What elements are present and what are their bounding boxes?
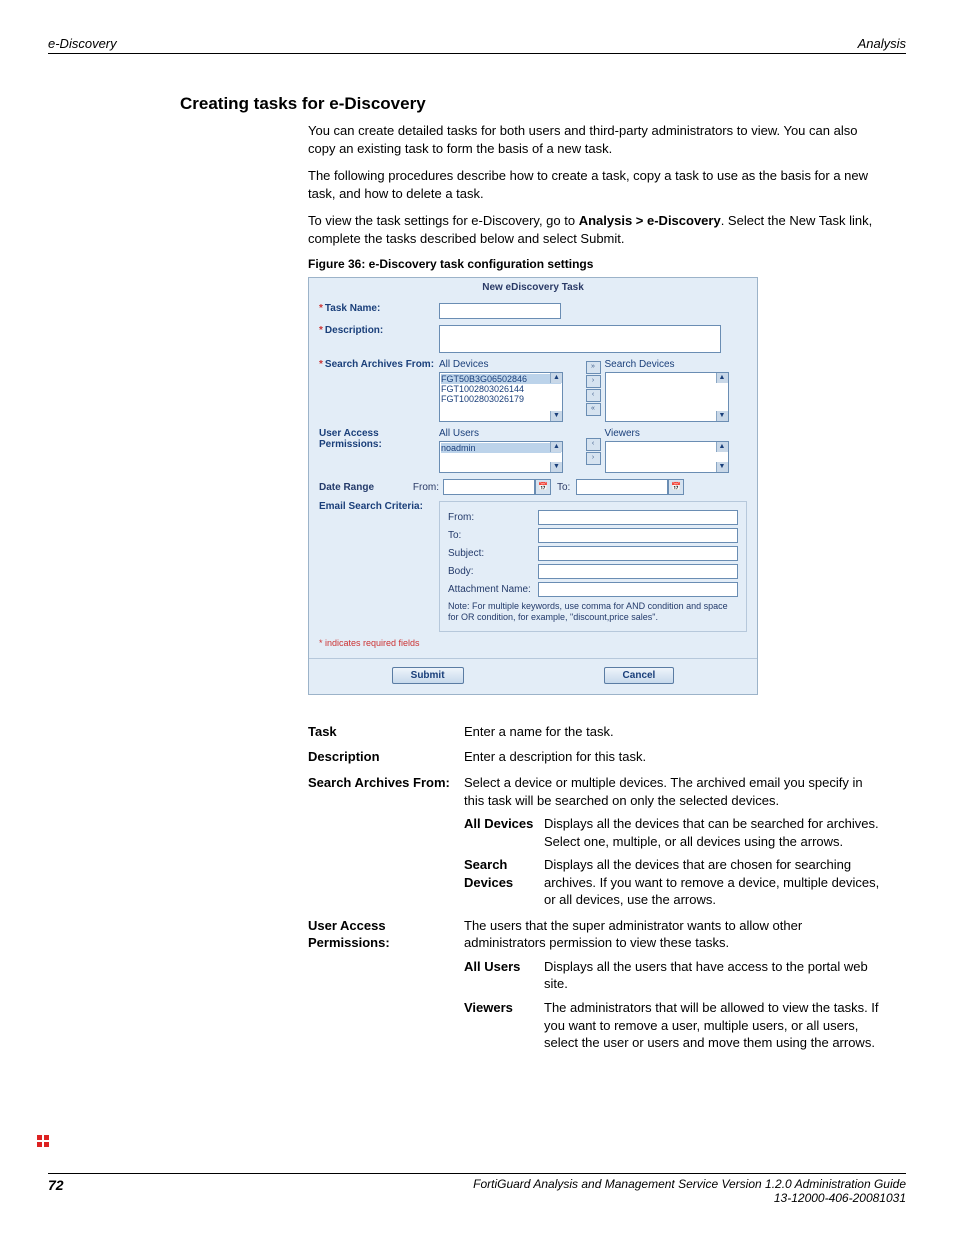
date-from-input[interactable] — [443, 479, 535, 495]
scroll-down-icon[interactable]: ▼ — [550, 462, 562, 472]
scroll-down-icon[interactable]: ▼ — [716, 411, 728, 421]
subterm-viewers: Viewers — [464, 999, 544, 1052]
label-criteria-body: Body: — [448, 566, 538, 577]
footer-line-1: FortiGuard Analysis and Management Servi… — [473, 1177, 906, 1191]
subterm-all-users: All Users — [464, 958, 544, 993]
criteria-box: From: To: Subject: Body: Attachment Name… — [439, 501, 747, 632]
label-criteria-subject: Subject: — [448, 548, 538, 559]
figure-caption: Figure 36: e-Discovery task configuratio… — [308, 257, 886, 271]
submit-button[interactable]: Submit — [392, 667, 464, 684]
para-3: To view the task settings for e-Discover… — [308, 212, 886, 247]
move-right-button[interactable]: › — [586, 375, 601, 388]
page-footer: 72 FortiGuard Analysis and Management Se… — [48, 1173, 906, 1205]
move-right-button[interactable]: › — [586, 452, 601, 465]
move-all-left-button[interactable]: « — [586, 403, 601, 416]
scroll-up-icon[interactable]: ▲ — [716, 442, 728, 452]
scroll-up-icon[interactable]: ▲ — [550, 442, 562, 452]
subdesc-all-users: Displays all the users that have access … — [544, 958, 886, 993]
section-heading: Creating tasks for e-Discovery — [180, 94, 886, 114]
criteria-subject-input[interactable] — [538, 546, 738, 561]
defdesc-user-access-permissions: The users that the super administrator w… — [464, 917, 886, 952]
col-all-users: All Users — [439, 428, 582, 439]
label-date-from: From: — [389, 482, 443, 493]
criteria-note: Note: For multiple keywords, use comma f… — [448, 601, 738, 623]
move-left-button[interactable]: ‹ — [586, 438, 601, 451]
all-devices-listbox[interactable]: FGT50B3G06502846 FGT1002803026144 FGT100… — [439, 372, 563, 422]
move-all-right-button[interactable]: » — [586, 361, 601, 374]
subdesc-search-devices: Displays all the devices that are chosen… — [544, 856, 886, 909]
screenshot-new-ediscovery-task: New eDiscovery Task *Task Name: *Descrip… — [308, 277, 758, 695]
header-right: Analysis — [858, 36, 906, 51]
subterm-search-devices: Search Devices — [464, 856, 544, 909]
task-name-input[interactable] — [439, 303, 561, 319]
defterm-description: Description — [308, 748, 464, 766]
scroll-up-icon[interactable]: ▲ — [716, 373, 728, 383]
defdesc-task: Enter a name for the task. — [464, 723, 886, 741]
brand-logo: FORTINET — [34, 975, 56, 1155]
page-header: e-Discovery Analysis — [48, 36, 906, 54]
defdesc-description: Enter a description for this task. — [464, 748, 886, 766]
defterm-task: Task — [308, 723, 464, 741]
calendar-icon[interactable]: 📅 — [668, 479, 684, 495]
subdesc-all-devices: Displays all the devices that can be sea… — [544, 815, 886, 850]
label-criteria-from: From: — [448, 512, 538, 523]
label-task-name: Task Name: — [325, 303, 380, 314]
all-users-listbox[interactable]: noadmin ▲ ▼ — [439, 441, 563, 473]
label-user-access-permissions: User Access Permissions: — [319, 428, 439, 450]
para-2: The following procedures describe how to… — [308, 167, 886, 202]
defterm-search-archives-from: Search Archives From: — [308, 774, 464, 909]
label-description: Description: — [325, 325, 383, 336]
criteria-to-input[interactable] — [538, 528, 738, 543]
description-textarea[interactable] — [439, 325, 721, 353]
criteria-attachment-input[interactable] — [538, 582, 738, 597]
label-search-archives-from: Search Archives From: — [325, 359, 434, 370]
label-date-to: To: — [557, 482, 570, 493]
col-viewers: Viewers — [605, 428, 748, 439]
scroll-down-icon[interactable]: ▼ — [716, 462, 728, 472]
label-date-range: Date Range — [319, 482, 389, 493]
date-to-input[interactable] — [576, 479, 668, 495]
label-criteria-attachment: Attachment Name: — [448, 584, 538, 595]
subdesc-viewers: The administrators that will be allowed … — [544, 999, 886, 1052]
required-fields-note: * indicates required fields — [319, 638, 747, 648]
criteria-from-input[interactable] — [538, 510, 738, 525]
col-all-devices: All Devices — [439, 359, 582, 370]
para-1: You can create detailed tasks for both u… — [308, 122, 886, 157]
calendar-icon[interactable]: 📅 — [535, 479, 551, 495]
defterm-user-access-permissions: User Access Permissions: — [308, 917, 464, 1052]
label-email-search-criteria: Email Search Criteria: — [319, 501, 439, 512]
cancel-button[interactable]: Cancel — [604, 667, 675, 684]
label-criteria-to: To: — [448, 530, 538, 541]
viewers-listbox[interactable]: ▲ ▼ — [605, 441, 729, 473]
scroll-up-icon[interactable]: ▲ — [550, 373, 562, 383]
page-number: 72 — [48, 1177, 64, 1205]
subterm-all-devices: All Devices — [464, 815, 544, 850]
search-devices-listbox[interactable]: ▲ ▼ — [605, 372, 729, 422]
footer-line-2: 13-12000-406-20081031 — [774, 1191, 906, 1205]
dialog-title: New eDiscovery Task — [309, 278, 757, 297]
move-left-button[interactable]: ‹ — [586, 389, 601, 402]
scroll-down-icon[interactable]: ▼ — [550, 411, 562, 421]
defdesc-search-archives-from: Select a device or multiple devices. The… — [464, 774, 886, 809]
header-left: e-Discovery — [48, 36, 117, 51]
col-search-devices: Search Devices — [605, 359, 748, 370]
criteria-body-input[interactable] — [538, 564, 738, 579]
